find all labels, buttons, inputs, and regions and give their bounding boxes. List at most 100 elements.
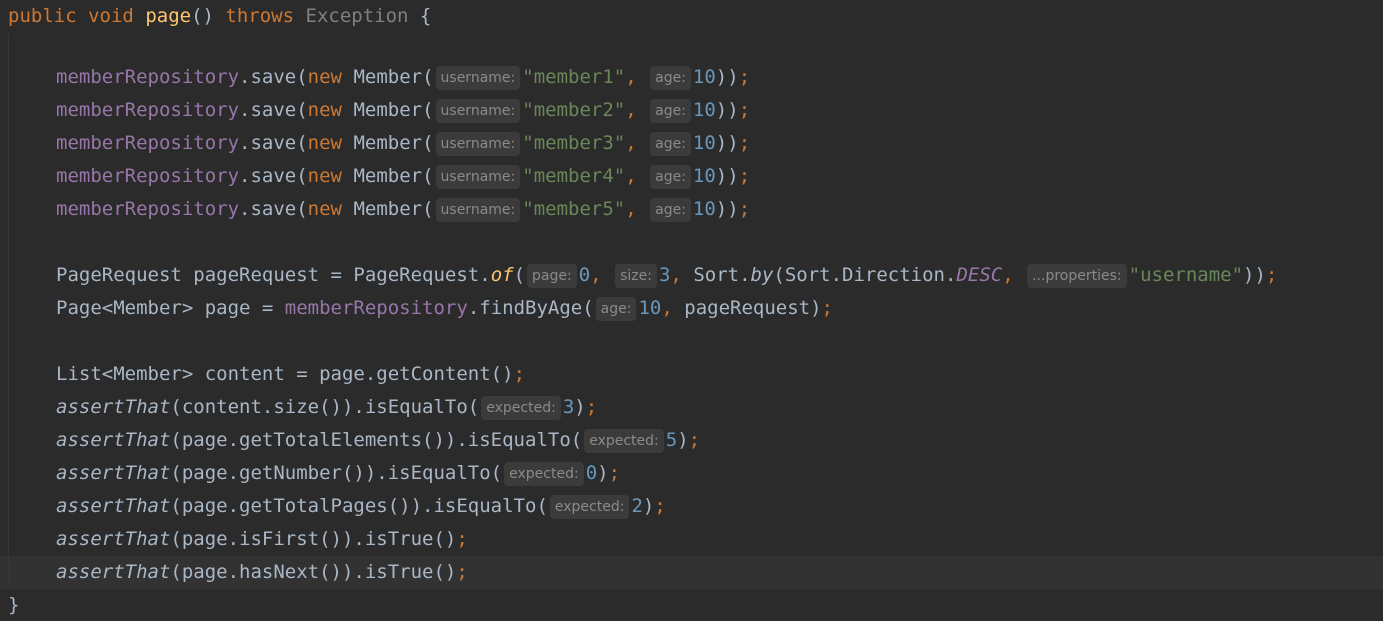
- comma: ,: [625, 198, 637, 220]
- string-literal: "member3": [522, 132, 626, 154]
- method-by: by: [750, 264, 774, 286]
- assert-arg: (page.isFirst()).isTrue(): [170, 528, 457, 550]
- exception-type: Exception: [305, 5, 409, 27]
- number-literal: 3: [562, 396, 575, 418]
- method-of: of: [490, 264, 514, 286]
- param-hint-username: username:: [435, 98, 521, 123]
- enum-desc: DESC: [956, 264, 1003, 286]
- semicolon: ;: [738, 66, 751, 88]
- param-hint-expected: expected:: [504, 461, 584, 486]
- constructor: Member(: [353, 165, 434, 187]
- code-line-assert-total-pages[interactable]: assertThat(page.getTotalPages()).isEqual…: [56, 490, 666, 523]
- semicolon: ;: [738, 165, 751, 187]
- semicolon: ;: [821, 297, 833, 319]
- code-line-save-5[interactable]: memberRepository.save(new Member(usernam…: [56, 193, 750, 226]
- sort-direction: (Sort.Direction.: [773, 264, 957, 286]
- code-line-assert-has-next[interactable]: assertThat(page.hasNext()).isTrue();: [56, 556, 468, 589]
- code-line-save-3[interactable]: memberRepository.save(new Member(usernam…: [56, 127, 750, 160]
- close-paren: ): [677, 429, 689, 451]
- code-line-get-content[interactable]: List<Member> content = page.getContent()…: [56, 358, 525, 391]
- param-hint-username: username:: [435, 164, 521, 189]
- code-line-assert-number[interactable]: assertThat(page.getNumber()).isEqualTo(e…: [56, 457, 620, 490]
- keyword-new: new: [307, 66, 342, 88]
- code-line-assert-is-first[interactable]: assertThat(page.isFirst()).isTrue();: [56, 523, 468, 556]
- repository-field: memberRepository: [56, 99, 240, 121]
- assert-that: assertThat: [56, 429, 171, 451]
- param-hint-username: username:: [435, 65, 521, 90]
- parens: (): [191, 5, 214, 27]
- param-hint-age: age:: [650, 98, 691, 123]
- comma: ,: [625, 165, 637, 187]
- string-literal: "member4": [522, 165, 626, 187]
- keyword-void: void: [88, 5, 134, 27]
- code-line-save-2[interactable]: memberRepository.save(new Member(usernam…: [56, 94, 750, 127]
- assert-arg: (page.getNumber()).isEqualTo(: [170, 462, 503, 484]
- code-line-method-signature[interactable]: public void page() throws Exception {: [8, 0, 431, 33]
- semicolon: ;: [654, 495, 666, 517]
- semicolon: ;: [738, 132, 751, 154]
- number-literal: 0: [578, 264, 591, 286]
- content-decl: List<Member> content = page.getContent(): [56, 363, 514, 385]
- assert-that: assertThat: [56, 462, 171, 484]
- save-call: .save(: [239, 132, 308, 154]
- keyword-new: new: [307, 198, 342, 220]
- comma: ,: [625, 66, 637, 88]
- comma: ,: [670, 264, 682, 286]
- assert-that: assertThat: [56, 495, 171, 517]
- number-literal: 2: [631, 495, 643, 517]
- number-literal: 10: [692, 99, 716, 121]
- comma: ,: [625, 99, 637, 121]
- save-call: .save(: [239, 66, 308, 88]
- code-line-find-by-age[interactable]: Page<Member> page = memberRepository.fin…: [56, 292, 833, 325]
- code-line-assert-total-elements[interactable]: assertThat(page.getTotalElements()).isEq…: [56, 424, 700, 457]
- number-literal: 10: [638, 297, 662, 319]
- close-parens: )): [715, 99, 739, 121]
- constructor: Member(: [353, 198, 434, 220]
- assert-arg: (content.size()).isEqualTo(: [170, 396, 480, 418]
- param-hint-age: age:: [650, 65, 691, 90]
- code-line-assert-size[interactable]: assertThat(content.size()).isEqualTo(exp…: [56, 391, 597, 424]
- code-line-page-request[interactable]: PageRequest pageRequest = PageRequest.of…: [56, 259, 1277, 292]
- comma: ,: [661, 297, 673, 319]
- brace-open: {: [419, 5, 432, 27]
- code-line-save-4[interactable]: memberRepository.save(new Member(usernam…: [56, 160, 750, 193]
- close-parens: )): [715, 198, 739, 220]
- assert-arg: (page.hasNext()).isTrue(): [170, 561, 457, 583]
- keyword-throws: throws: [225, 5, 295, 27]
- param-hint-page: page:: [527, 263, 577, 288]
- brace-close: }: [8, 594, 20, 616]
- assert-arg: (page.getTotalPages()).isEqualTo(: [170, 495, 548, 517]
- close-parens: )): [715, 132, 739, 154]
- assert-that: assertThat: [56, 396, 171, 418]
- param-hint-age: age:: [650, 131, 691, 156]
- code-line-closing-brace[interactable]: }: [8, 589, 19, 621]
- string-literal: "member1": [522, 66, 626, 88]
- param-hint-expected: expected:: [584, 428, 664, 453]
- comma: ,: [625, 132, 637, 154]
- close-paren: ): [597, 462, 609, 484]
- string-literal: "member2": [522, 99, 626, 121]
- keyword-public: public: [8, 5, 77, 27]
- param-hint-expected: expected:: [481, 395, 561, 420]
- save-call: .save(: [239, 99, 308, 121]
- number-literal: 3: [658, 264, 671, 286]
- param-hint-size: size:: [615, 263, 657, 288]
- semicolon: ;: [456, 528, 468, 550]
- semicolon: ;: [688, 429, 701, 451]
- page-decl: Page<Member> page =: [56, 297, 285, 319]
- sort-class: Sort.: [693, 264, 751, 286]
- number-literal: 10: [692, 132, 716, 154]
- keyword-new: new: [307, 165, 342, 187]
- close-paren: ): [574, 396, 586, 418]
- number-literal: 10: [692, 66, 716, 88]
- code-line-save-1[interactable]: memberRepository.save(new Member(usernam…: [56, 61, 750, 94]
- keyword-new: new: [307, 99, 342, 121]
- param-hint-age: age:: [650, 164, 691, 189]
- close-parens: )): [715, 165, 739, 187]
- close-parens: )): [715, 66, 739, 88]
- param-hint-age: age:: [595, 296, 637, 321]
- code-editor[interactable]: public void page() throws Exception { me…: [0, 0, 1383, 621]
- string-literal: "member5": [522, 198, 626, 220]
- indent-guide: [8, 33, 9, 589]
- page-request-decl: PageRequest pageRequest = PageRequest.: [56, 264, 491, 286]
